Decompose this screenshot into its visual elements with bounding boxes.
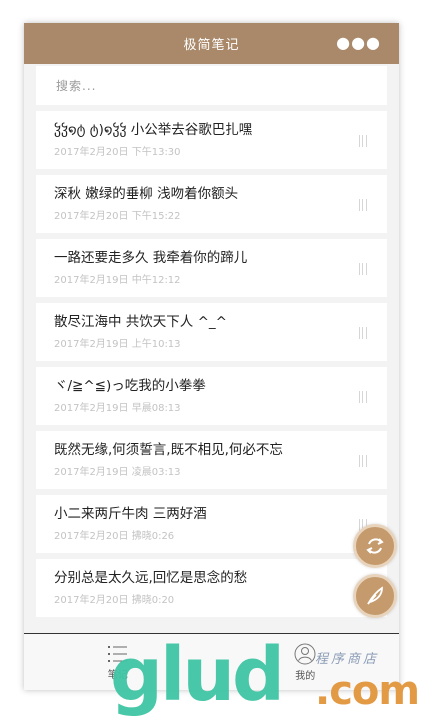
refresh-icon	[366, 538, 384, 554]
note-timestamp: 2017年2月20日 下午13:30	[54, 147, 181, 158]
note-title: 深秋 嫩绿的垂柳 浅吻着你额头	[54, 186, 239, 202]
note-title: 分别总是太久远,回忆是思念的愁	[54, 570, 248, 586]
tab-bar: 笔记 我的	[24, 633, 399, 690]
drag-handle-icon[interactable]	[359, 455, 367, 467]
note-title: ヾ/≧^≦)っ吃我的小拳拳	[54, 378, 206, 394]
feather-icon	[367, 586, 383, 605]
note-timestamp: 2017年2月20日 下午15:22	[54, 211, 181, 222]
note-timestamp: 2017年2月19日 早晨08:13	[54, 403, 181, 414]
tab-mine[interactable]: 我的	[212, 634, 400, 690]
list-icon	[107, 645, 127, 662]
note-item[interactable]: 既然无缘,何须誓言,既不相见,何必不忘 2017年2月19日 凌晨03:13	[36, 431, 387, 489]
drag-handle-icon[interactable]	[359, 391, 367, 403]
note-item[interactable]: 深秋 嫩绿的垂柳 浅吻着你额头 2017年2月20日 下午15:22	[36, 175, 387, 233]
compose-button[interactable]	[353, 574, 397, 618]
drag-handle-icon[interactable]	[359, 263, 367, 275]
note-item[interactable]: ヾ/≧^≦)っ吃我的小拳拳 2017年2月19日 早晨08:13	[36, 367, 387, 425]
note-timestamp: 2017年2月19日 上午10:13	[54, 339, 181, 350]
note-title: ჴჴ໑ტ ტ)໑ჴჴ 小公举去谷歌巴扎嘿	[54, 122, 253, 138]
note-item[interactable]: 分别总是太久远,回忆是思念的愁 2017年2月20日 拂晓0:20	[36, 559, 387, 617]
tab-notes-label: 笔记	[107, 669, 128, 681]
note-timestamp: 2017年2月19日 中午12:12	[54, 275, 181, 286]
note-title: 一路还要走多久 我牵着你的蹄儿	[54, 250, 248, 266]
page-title: 极简笔记	[183, 38, 240, 53]
more-options-button[interactable]: ●●●	[336, 35, 381, 51]
note-title: 散尽江海中 共饮天下人 ^_^	[54, 314, 227, 330]
tab-mine-label: 我的	[295, 670, 316, 682]
note-item[interactable]: 散尽江海中 共饮天下人 ^_^ 2017年2月19日 上午10:13	[36, 303, 387, 361]
drag-handle-icon[interactable]	[359, 199, 367, 211]
note-timestamp: 2017年2月19日 凌晨03:13	[54, 467, 181, 478]
drag-handle-icon[interactable]	[359, 135, 367, 147]
refresh-button[interactable]	[353, 524, 397, 568]
note-title: 既然无缘,何须誓言,既不相见,何必不忘	[54, 442, 283, 458]
search-input[interactable]	[36, 66, 387, 105]
drag-handle-icon[interactable]	[359, 327, 367, 339]
note-item[interactable]: 小二来两斤牛肉 三两好酒 2017年2月20日 拂晓0:26	[36, 495, 387, 553]
note-timestamp: 2017年2月20日 拂晓0:20	[54, 595, 175, 606]
note-item[interactable]: 一路还要走多久 我牵着你的蹄儿 2017年2月19日 中午12:12	[36, 239, 387, 297]
search-bar	[24, 64, 399, 105]
note-timestamp: 2017年2月20日 拂晓0:26	[54, 531, 175, 542]
user-icon	[294, 643, 316, 664]
navigation-bar: 极简笔记 ●●●	[24, 23, 399, 64]
notes-list: ჴჴ໑ტ ტ)໑ჴჴ 小公举去谷歌巴扎嘿 2017年2月20日 下午13:30 …	[24, 105, 399, 617]
note-item[interactable]: ჴჴ໑ტ ტ)໑ჴჴ 小公举去谷歌巴扎嘿 2017年2月20日 下午13:30	[36, 111, 387, 169]
tab-notes[interactable]: 笔记	[24, 634, 212, 690]
note-title: 小二来两斤牛肉 三两好酒	[54, 506, 207, 522]
phone-screen: 极简笔记 ●●● ჴჴ໑ტ ტ)໑ჴჴ 小公举去谷歌巴扎嘿 2017年2月20日…	[24, 23, 399, 690]
